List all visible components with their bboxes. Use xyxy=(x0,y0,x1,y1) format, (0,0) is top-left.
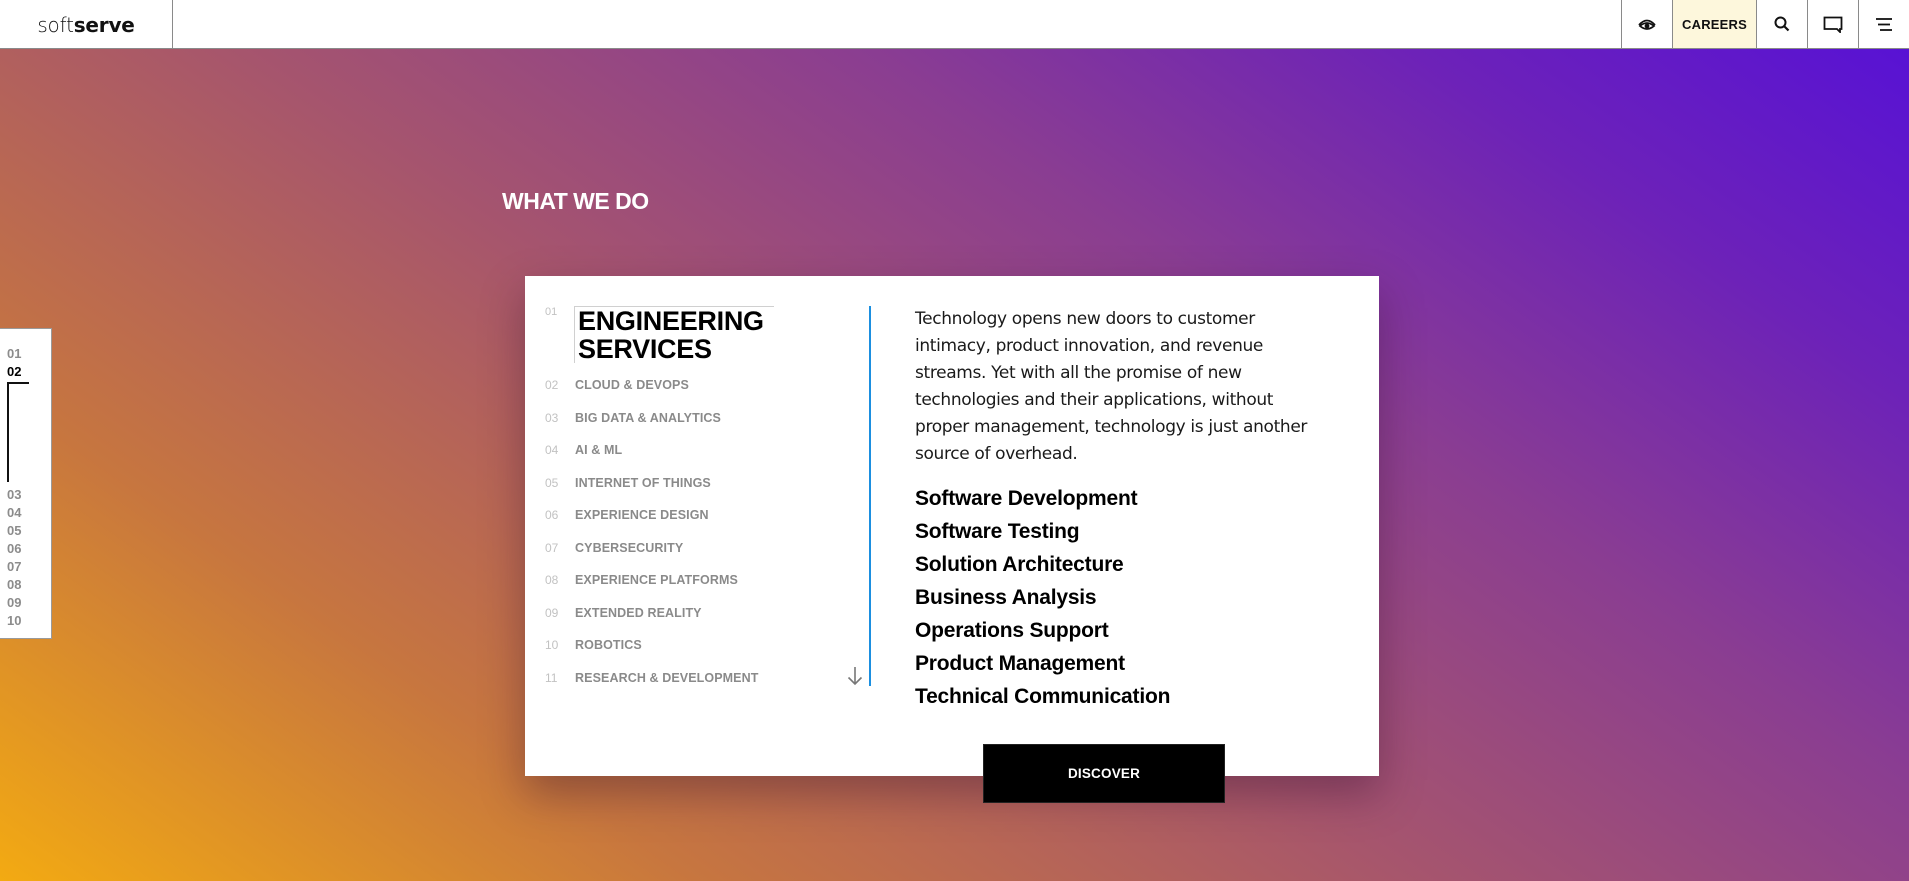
pager-item[interactable]: 08 xyxy=(7,576,51,594)
nav-item-extended-reality[interactable]: 09 EXTENDED REALITY xyxy=(545,597,865,630)
service-link-operations-support[interactable]: Operations Support xyxy=(915,614,1315,647)
nav-item-index: 01 xyxy=(545,306,558,318)
nav-divider xyxy=(869,306,871,686)
nav-item-cloud-devops[interactable]: 02 CLOUD & DEVOPS xyxy=(545,369,865,402)
nav-item-index: 08 xyxy=(545,573,559,588)
careers-button[interactable]: CAREERS xyxy=(1672,0,1756,48)
service-link-software-testing[interactable]: Software Testing xyxy=(915,515,1315,548)
search-icon xyxy=(1774,16,1790,32)
contact-button[interactable] xyxy=(1807,0,1858,48)
discover-button[interactable]: DISCOVER xyxy=(983,744,1225,803)
menu-icon xyxy=(1876,17,1892,31)
nav-item-index: 04 xyxy=(545,443,559,458)
service-description: Technology opens new doors to customer i… xyxy=(915,309,1308,464)
nav-item-label: CYBERSECURITY xyxy=(575,540,684,555)
pager-item[interactable]: 01 xyxy=(7,345,51,363)
service-link-business-analysis[interactable]: Business Analysis xyxy=(915,581,1315,614)
nav-item-index: 09 xyxy=(545,605,559,620)
pager-item[interactable]: 04 xyxy=(7,504,51,522)
nav-item-label: INTERNET OF THINGS xyxy=(575,475,711,490)
nav-item-index: 05 xyxy=(545,475,559,490)
nav-item-label: BIG DATA & ANALYTICS xyxy=(575,410,721,425)
service-list: Software Development Software Testing So… xyxy=(915,482,1315,713)
nav-item-robotics[interactable]: 10 ROBOTICS xyxy=(545,629,865,662)
nav-item-label: ENGINEERING SERVICES xyxy=(574,306,774,363)
nav-item-iot[interactable]: 05 INTERNET OF THINGS xyxy=(545,467,865,500)
service-link-software-development[interactable]: Software Development xyxy=(915,482,1315,515)
arrow-down-icon xyxy=(847,667,863,686)
pager-item[interactable]: 03 xyxy=(7,486,51,504)
chat-icon xyxy=(1823,16,1843,33)
accessibility-button[interactable] xyxy=(1621,0,1672,48)
service-details: Technology opens new doors to customer i… xyxy=(915,306,1315,713)
nav-item-index: 03 xyxy=(545,410,559,425)
nav-item-experience-design[interactable]: 06 EXPERIENCE DESIGN xyxy=(545,499,865,532)
nav-item-index: 07 xyxy=(545,540,559,555)
menu-button[interactable] xyxy=(1858,0,1909,48)
pager-item[interactable]: 10 xyxy=(7,612,51,630)
nav-item-label: CLOUD & DEVOPS xyxy=(575,378,689,393)
nav-item-label: ROBOTICS xyxy=(575,638,642,653)
logo-text-soft: soft xyxy=(37,13,74,37)
service-link-product-management[interactable]: Product Management xyxy=(915,647,1315,680)
search-button[interactable] xyxy=(1756,0,1807,48)
nav-item-label: RESEARCH & DEVELOPMENT xyxy=(575,670,759,685)
logo-text-serve: serve xyxy=(73,13,135,37)
scroll-down-button[interactable] xyxy=(847,666,863,691)
nav-item-experience-platforms[interactable]: 08 EXPERIENCE PLATFORMS xyxy=(545,564,865,597)
pager-item[interactable]: 05 xyxy=(7,522,51,540)
top-nav-bar: soft serve CAREERS xyxy=(0,0,1909,49)
nav-item-engineering-services[interactable]: 01 ENGINEERING SERVICES xyxy=(545,306,865,363)
nav-item-label: EXPERIENCE DESIGN xyxy=(575,508,709,523)
nav-item-research-development[interactable]: 11 RESEARCH & DEVELOPMENT xyxy=(545,662,865,695)
pager-progress-indicator xyxy=(7,382,29,482)
pager-item-active[interactable]: 02 xyxy=(7,363,51,381)
nav-item-index: 10 xyxy=(545,638,559,653)
softserve-logo[interactable]: soft serve xyxy=(0,0,173,48)
nav-item-cybersecurity[interactable]: 07 CYBERSECURITY xyxy=(545,532,865,565)
services-nav-list: 01 ENGINEERING SERVICES 02 CLOUD & DEVOP… xyxy=(545,306,865,694)
nav-item-big-data[interactable]: 03 BIG DATA & ANALYTICS xyxy=(545,402,865,435)
pager-item[interactable]: 06 xyxy=(7,540,51,558)
nav-item-index: 02 xyxy=(545,378,559,393)
pager-item[interactable]: 07 xyxy=(7,558,51,576)
pager-item[interactable]: 09 xyxy=(7,594,51,612)
section-title: WHAT WE DO xyxy=(502,188,649,214)
nav-item-label: EXTENDED REALITY xyxy=(575,605,702,620)
header-spacer xyxy=(173,0,1621,48)
nav-item-label: AI & ML xyxy=(575,443,623,458)
nav-item-ai-ml[interactable]: 04 AI & ML xyxy=(545,434,865,467)
nav-item-label: EXPERIENCE PLATFORMS xyxy=(575,573,738,588)
nav-item-index: 06 xyxy=(545,508,559,523)
service-link-solution-architecture[interactable]: Solution Architecture xyxy=(915,548,1315,581)
eye-icon xyxy=(1638,19,1656,30)
nav-item-index: 11 xyxy=(545,670,558,685)
service-link-technical-communication[interactable]: Technical Communication xyxy=(915,680,1315,713)
services-card: 01 ENGINEERING SERVICES 02 CLOUD & DEVOP… xyxy=(525,276,1379,776)
section-pager: 01 02 03 04 05 06 07 08 09 10 xyxy=(0,328,52,639)
